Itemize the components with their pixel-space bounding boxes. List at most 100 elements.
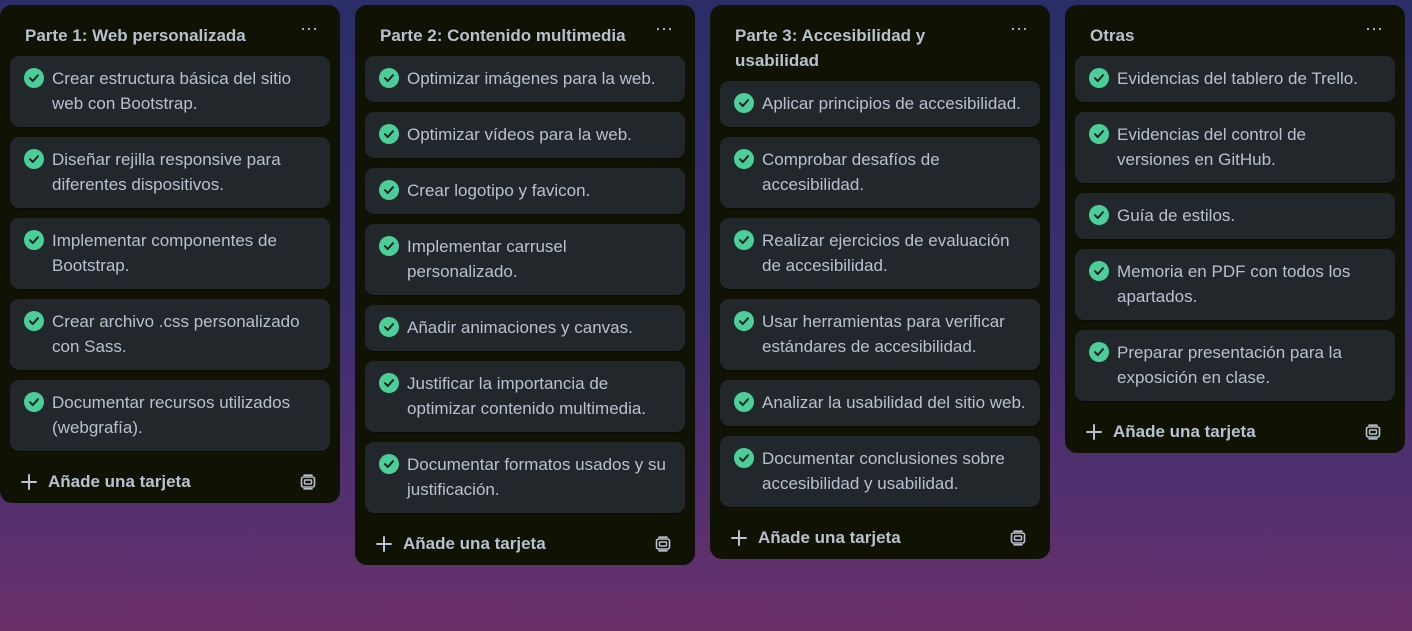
checkmark-circle-icon[interactable]	[379, 124, 399, 144]
card[interactable]: Analizar la usabilidad del sitio web.	[720, 380, 1040, 426]
add-card-button[interactable]: Añade una tarjeta	[1085, 419, 1256, 445]
checkmark-circle-icon[interactable]	[734, 230, 754, 250]
card-template-icon[interactable]	[1363, 422, 1383, 442]
plus-icon	[730, 529, 748, 547]
card[interactable]: Comprobar desafíos de accesibilidad.	[720, 137, 1040, 208]
add-card-button[interactable]: Añade una tarjeta	[375, 531, 546, 557]
list-otras: Otras ··· Evidencias del tablero de Trel…	[1065, 5, 1405, 453]
list-title[interactable]: Parte 2: Contenido multimedia	[355, 5, 695, 48]
card[interactable]: Implementar carrusel personalizado.	[365, 224, 685, 295]
card-title: Diseñar rejilla responsive para diferent…	[52, 150, 281, 194]
list-parte-1: Parte 1: Web personalizada ··· Crear est…	[0, 5, 340, 503]
checkmark-circle-icon[interactable]	[734, 311, 754, 331]
checkmark-circle-icon[interactable]	[1089, 261, 1109, 281]
checkmark-circle-icon[interactable]	[734, 93, 754, 113]
card[interactable]: Implementar componentes de Bootstrap.	[10, 218, 330, 289]
card[interactable]: Memoria en PDF con todos los apartados.	[1075, 249, 1395, 320]
checkmark-circle-icon[interactable]	[379, 236, 399, 256]
card-title: Preparar presentación para la exposición…	[1117, 343, 1342, 387]
card[interactable]: Preparar presentación para la exposición…	[1075, 330, 1395, 401]
more-options-icon[interactable]: ···	[653, 19, 675, 45]
card-title: Memoria en PDF con todos los apartados.	[1117, 262, 1351, 306]
add-card-button[interactable]: Añade una tarjeta	[20, 469, 191, 495]
more-options-icon[interactable]: ···	[298, 19, 320, 45]
card-list: Aplicar principios de accesibilidad. Com…	[710, 73, 1050, 507]
card[interactable]: Documentar conclusiones sobre accesibili…	[720, 436, 1040, 507]
card[interactable]: Documentar formatos usados y su justific…	[365, 442, 685, 513]
card[interactable]: Crear estructura básica del sitio web co…	[10, 56, 330, 127]
card-title: Documentar recursos utilizados (webgrafí…	[52, 393, 291, 437]
card-title: Analizar la usabilidad del sitio web.	[762, 393, 1026, 412]
card[interactable]: Crear archivo .css personalizado con Sas…	[10, 299, 330, 370]
board: Parte 1: Web personalizada ··· Crear est…	[0, 5, 1412, 631]
checkmark-circle-icon[interactable]	[24, 230, 44, 250]
card[interactable]: Justificar la importancia de optimizar c…	[365, 361, 685, 432]
card-title: Implementar carrusel personalizado.	[407, 237, 567, 281]
card-template-icon[interactable]	[298, 472, 318, 492]
card[interactable]: Usar herramientas para verificar estánda…	[720, 299, 1040, 370]
card[interactable]: Realizar ejercicios de evaluación de acc…	[720, 218, 1040, 289]
list-footer: Añade una tarjeta	[1075, 411, 1395, 453]
card-title: Guía de estilos.	[1117, 206, 1236, 225]
checkmark-circle-icon[interactable]	[1089, 68, 1109, 88]
card-title: Crear estructura básica del sitio web co…	[52, 69, 292, 113]
card-list: Evidencias del tablero de Trello. Eviden…	[1065, 48, 1405, 401]
plus-icon	[375, 535, 393, 553]
card[interactable]: Documentar recursos utilizados (webgrafí…	[10, 380, 330, 451]
checkmark-circle-icon[interactable]	[1089, 342, 1109, 362]
card[interactable]: Crear logotipo y favicon.	[365, 168, 685, 214]
checkmark-circle-icon[interactable]	[379, 454, 399, 474]
card-title: Optimizar vídeos para la web.	[407, 125, 632, 144]
list-parte-3: Parte 3: Accesibilidad y usabilidad ··· …	[710, 5, 1050, 559]
card-title: Realizar ejercicios de evaluación de acc…	[762, 231, 1010, 275]
card[interactable]: Diseñar rejilla responsive para diferent…	[10, 137, 330, 208]
card-list: Crear estructura básica del sitio web co…	[0, 48, 340, 451]
card-title: Implementar componentes de Bootstrap.	[52, 231, 277, 275]
more-options-icon[interactable]: ···	[1008, 19, 1030, 45]
checkmark-circle-icon[interactable]	[24, 68, 44, 88]
card-title: Comprobar desafíos de accesibilidad.	[762, 150, 940, 194]
list-footer: Añade una tarjeta	[365, 523, 685, 565]
add-card-label: Añade una tarjeta	[48, 472, 191, 491]
list-title[interactable]: Parte 1: Web personalizada	[0, 5, 340, 48]
card-title: Añadir animaciones y canvas.	[407, 318, 633, 337]
list-title[interactable]: Otras	[1065, 5, 1405, 48]
card-list: Optimizar imágenes para la web. Optimiza…	[355, 48, 695, 513]
card[interactable]: Optimizar vídeos para la web.	[365, 112, 685, 158]
checkmark-circle-icon[interactable]	[379, 373, 399, 393]
list-title[interactable]: Parte 3: Accesibilidad y usabilidad	[710, 5, 1050, 73]
card[interactable]: Evidencias del control de versiones en G…	[1075, 112, 1395, 183]
add-card-button[interactable]: Añade una tarjeta	[730, 525, 901, 551]
card-title: Documentar conclusiones sobre accesibili…	[762, 449, 1005, 493]
card-title: Crear logotipo y favicon.	[407, 181, 591, 200]
card-template-icon[interactable]	[653, 534, 673, 554]
card-title: Usar herramientas para verificar estánda…	[762, 312, 1005, 356]
checkmark-circle-icon[interactable]	[1089, 205, 1109, 225]
card-template-icon[interactable]	[1008, 528, 1028, 548]
card-title: Documentar formatos usados y su justific…	[407, 455, 666, 499]
checkmark-circle-icon[interactable]	[734, 149, 754, 169]
card[interactable]: Guía de estilos.	[1075, 193, 1395, 239]
card[interactable]: Optimizar imágenes para la web.	[365, 56, 685, 102]
add-card-label: Añade una tarjeta	[403, 534, 546, 553]
more-options-icon[interactable]: ···	[1363, 19, 1385, 45]
card-title: Evidencias del control de versiones en G…	[1117, 125, 1307, 169]
list-footer: Añade una tarjeta	[10, 461, 330, 503]
checkmark-circle-icon[interactable]	[24, 311, 44, 331]
checkmark-circle-icon[interactable]	[379, 68, 399, 88]
checkmark-circle-icon[interactable]	[734, 448, 754, 468]
card[interactable]: Evidencias del tablero de Trello.	[1075, 56, 1395, 102]
checkmark-circle-icon[interactable]	[1089, 124, 1109, 144]
card[interactable]: Añadir animaciones y canvas.	[365, 305, 685, 351]
card-title: Aplicar principios de accesibilidad.	[762, 94, 1021, 113]
card-title: Justificar la importancia de optimizar c…	[407, 374, 647, 418]
card[interactable]: Aplicar principios de accesibilidad.	[720, 81, 1040, 127]
list-parte-2: Parte 2: Contenido multimedia ··· Optimi…	[355, 5, 695, 565]
checkmark-circle-icon[interactable]	[24, 392, 44, 412]
list-footer: Añade una tarjeta	[720, 517, 1040, 559]
checkmark-circle-icon[interactable]	[734, 392, 754, 412]
checkmark-circle-icon[interactable]	[24, 149, 44, 169]
checkmark-circle-icon[interactable]	[379, 317, 399, 337]
checkmark-circle-icon[interactable]	[379, 180, 399, 200]
card-title: Crear archivo .css personalizado con Sas…	[52, 312, 300, 356]
